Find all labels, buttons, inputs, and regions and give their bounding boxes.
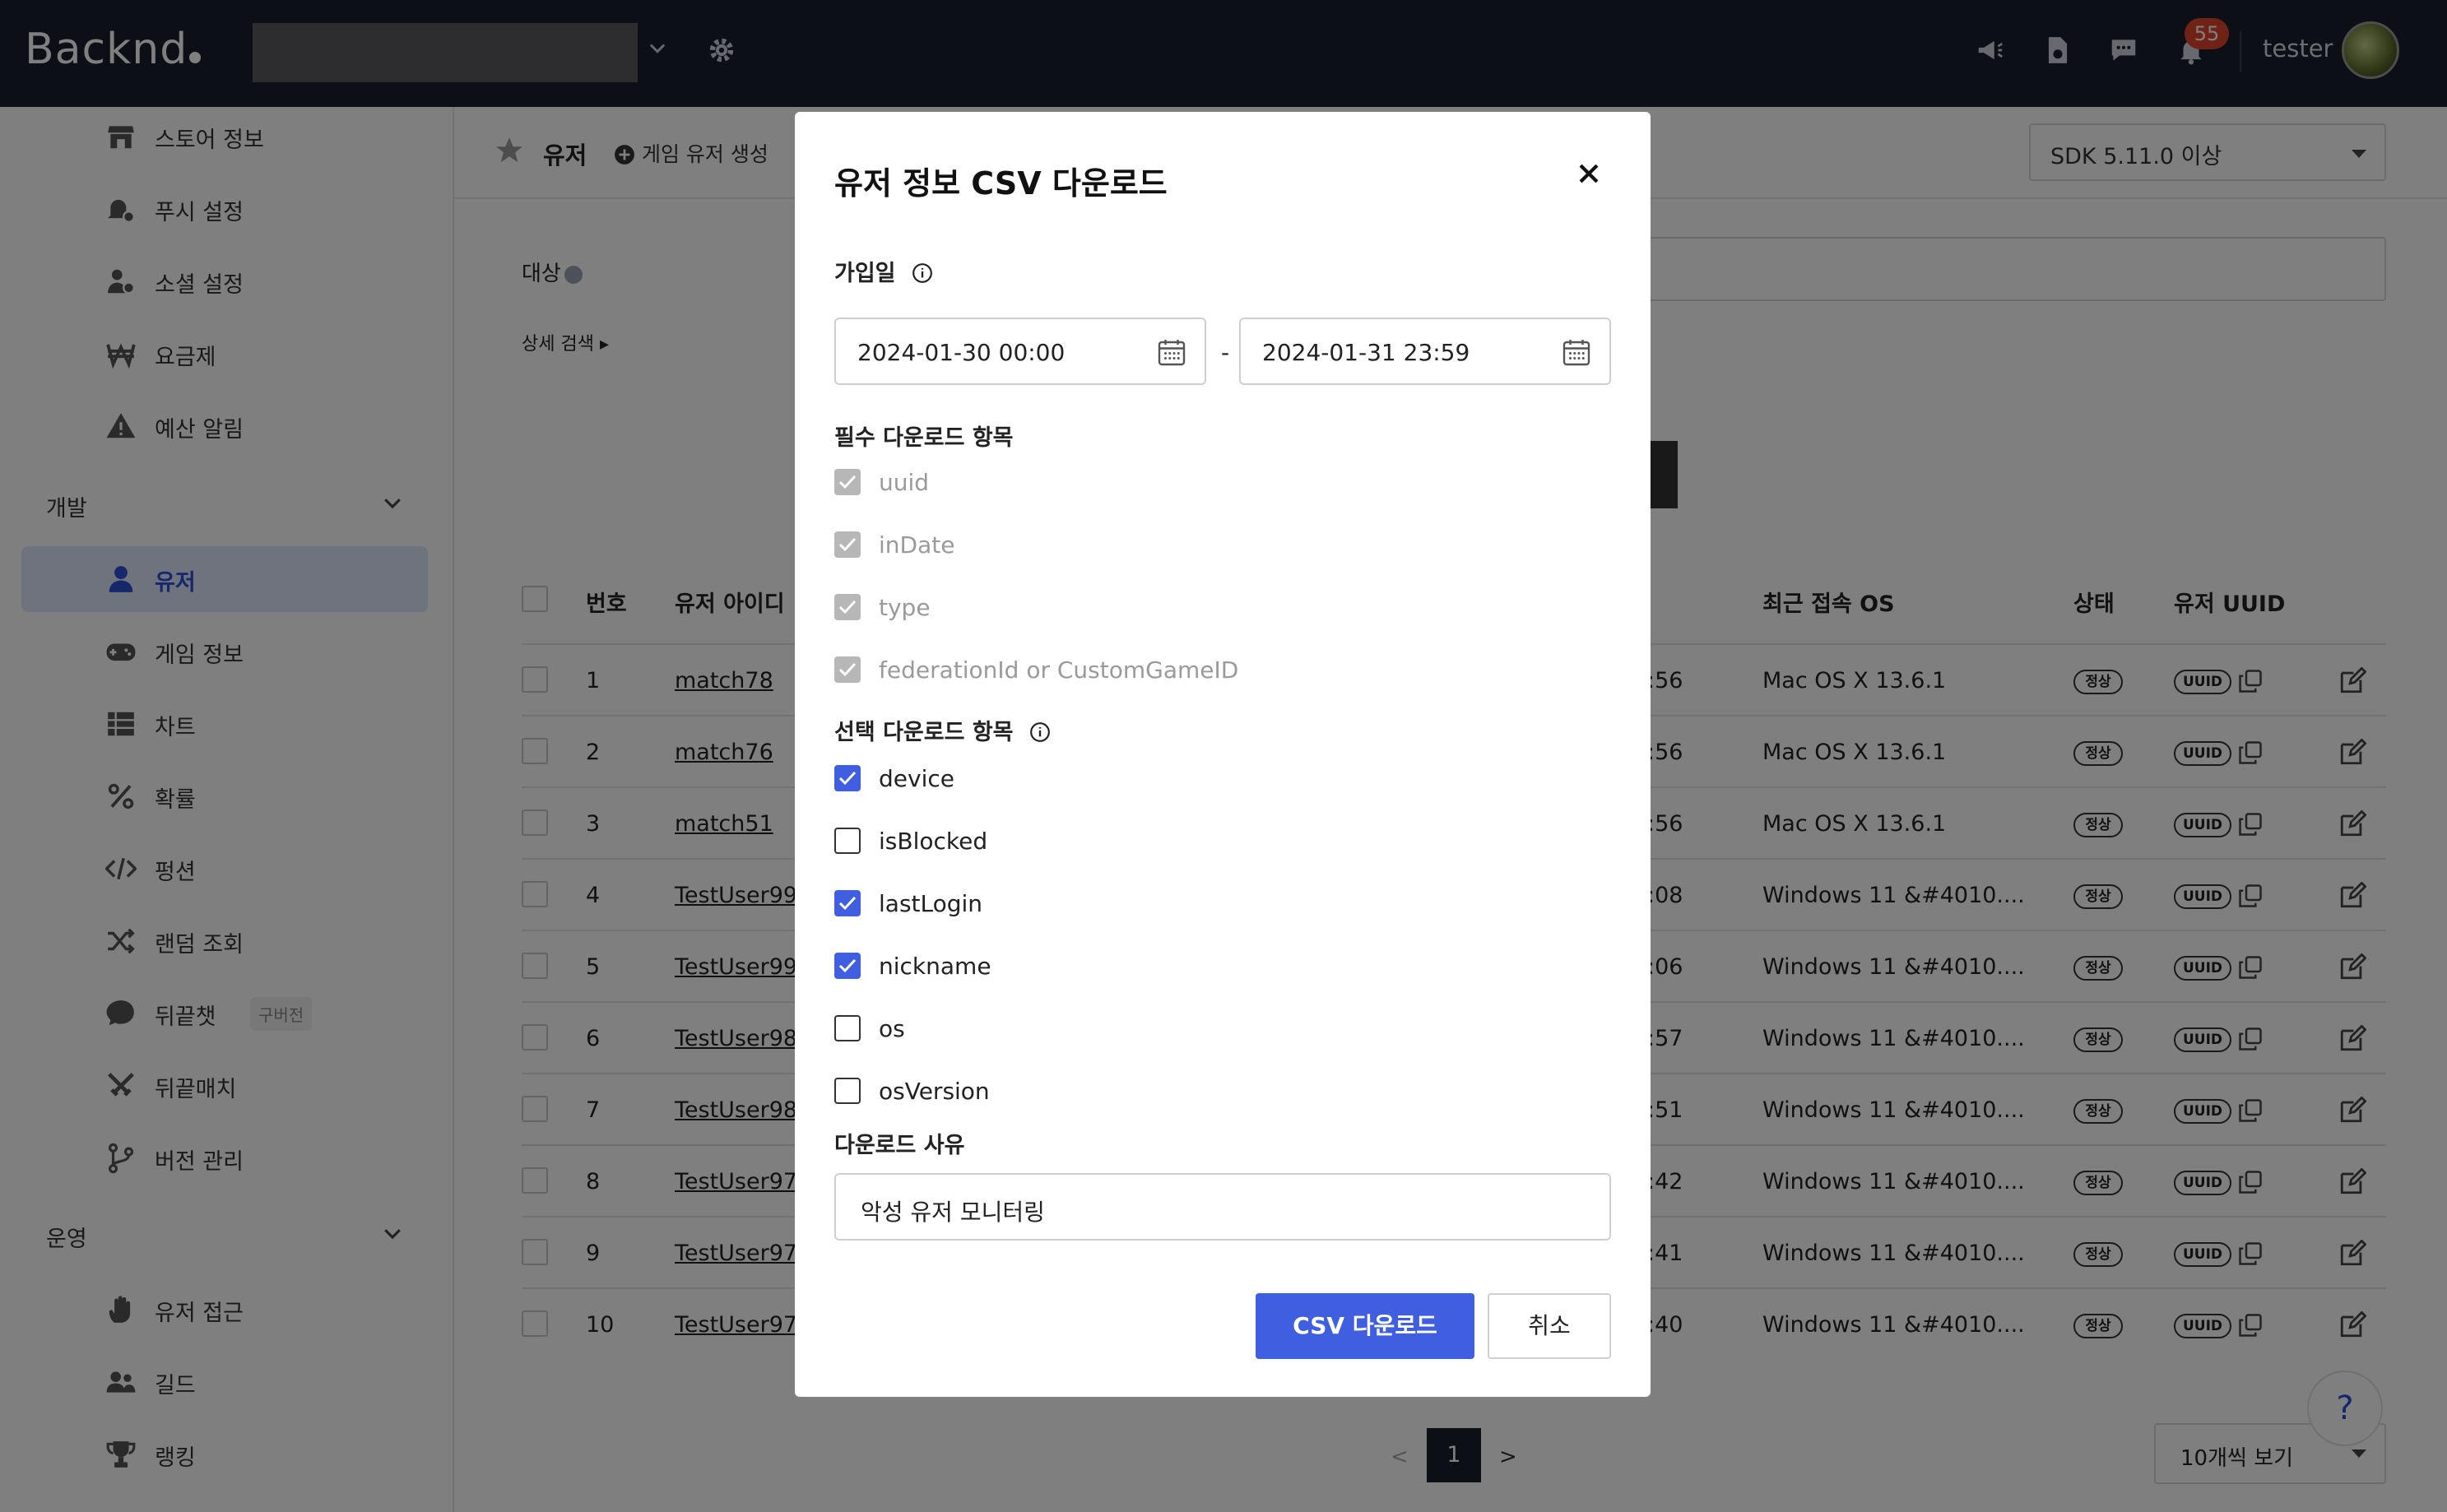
optional-checkbox[interactable] <box>834 890 861 916</box>
optional-checkbox[interactable] <box>834 953 861 979</box>
required-checkbox <box>834 594 861 620</box>
check-icon <box>838 896 857 911</box>
calendar-icon[interactable] <box>1157 337 1186 367</box>
check-icon <box>838 662 857 677</box>
info-icon[interactable] <box>1029 721 1051 743</box>
check-icon <box>838 475 857 489</box>
close-icon[interactable] <box>1575 160 1603 188</box>
optional-item-label: lastLogin <box>879 890 983 917</box>
download-reason-value: 악성 유저 모니터링 <box>861 1199 1045 1226</box>
modal-title: 유저 정보 CSV 다운로드 <box>834 165 1168 202</box>
required-item-label: inDate <box>879 531 955 559</box>
optional-checkbox[interactable] <box>834 765 861 791</box>
optional-item-label: isBlocked <box>879 828 988 855</box>
date-from-input[interactable]: 2024-01-30 00:00 <box>834 318 1206 385</box>
date-separator: - <box>1221 339 1230 366</box>
cancel-button[interactable]: 취소 <box>1488 1293 1611 1359</box>
date-to-input[interactable]: 2024-01-31 23:59 <box>1239 318 1611 385</box>
optional-checkbox[interactable] <box>834 828 861 854</box>
csv-download-modal: 유저 정보 CSV 다운로드 가입일 2024-01-30 00:00 - 20… <box>795 112 1651 1397</box>
info-icon[interactable] <box>912 262 933 284</box>
required-items-label: 필수 다운로드 항목 <box>834 425 1014 451</box>
optional-item-label: device <box>879 765 954 792</box>
optional-items-label-text: 선택 다운로드 항목 <box>834 720 1014 745</box>
required-checkbox <box>834 656 861 683</box>
optional-item-label: os <box>879 1015 905 1042</box>
join-date-label: 가입일 <box>834 255 933 287</box>
required-item-label: uuid <box>879 469 930 496</box>
date-to-value: 2024-01-31 23:59 <box>1262 339 1470 366</box>
required-item-label: federationId or CustomGameID <box>879 656 1239 684</box>
optional-item-label: nickname <box>879 953 991 980</box>
required-checkbox <box>834 469 861 495</box>
download-reason-label: 다운로드 사유 <box>834 1133 965 1158</box>
calendar-icon[interactable] <box>1562 337 1591 367</box>
optional-items-label: 선택 다운로드 항목 <box>834 714 1051 746</box>
required-checkbox <box>834 531 861 558</box>
check-icon <box>838 958 857 973</box>
check-icon <box>838 771 857 786</box>
optional-item-label: osVersion <box>879 1078 990 1105</box>
join-date-label-text: 가입일 <box>834 261 896 286</box>
date-from-value: 2024-01-30 00:00 <box>857 339 1066 366</box>
download-reason-input[interactable]: 악성 유저 모니터링 <box>834 1173 1611 1241</box>
required-item-label: type <box>879 594 931 621</box>
optional-checkbox[interactable] <box>834 1078 861 1104</box>
csv-download-button[interactable]: CSV 다운로드 <box>1256 1293 1474 1359</box>
optional-checkbox[interactable] <box>834 1015 861 1041</box>
check-icon <box>838 600 857 615</box>
check-icon <box>838 537 857 552</box>
